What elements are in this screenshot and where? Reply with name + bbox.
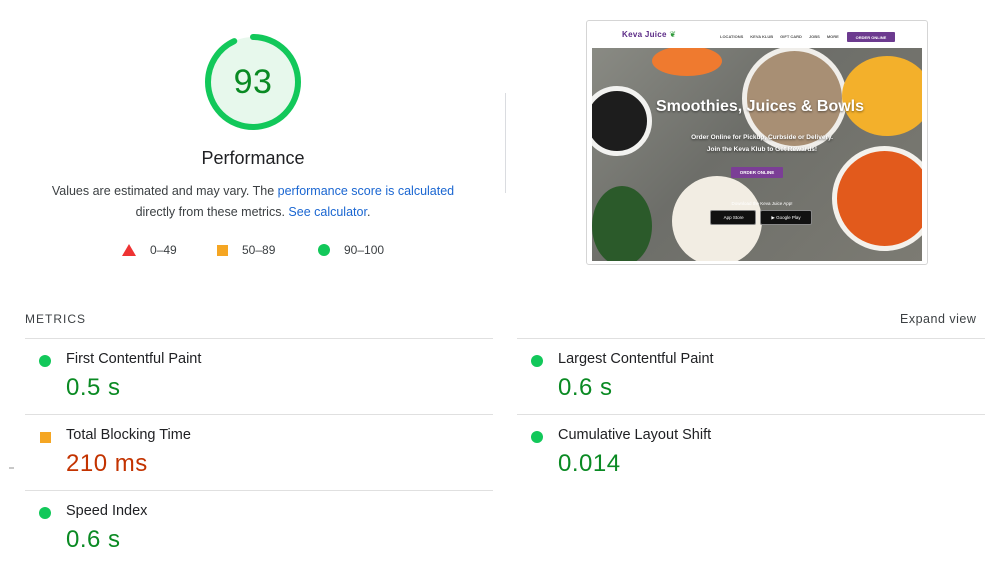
vertical-divider (505, 93, 506, 193)
expand-view-toggle[interactable]: Expand view (900, 312, 976, 326)
nav-link: MORE (826, 34, 839, 39)
score-description: Values are estimated and may vary. The p… (40, 181, 466, 223)
average-square-icon (40, 432, 51, 443)
play-icon: ▶ (771, 214, 775, 220)
description-text: Values are estimated and may vary. The (51, 184, 278, 198)
metric-name: Total Blocking Time (66, 427, 191, 443)
metric-value: 0.014 (558, 450, 621, 477)
metric-cumulative-layout-shift: Cumulative Layout Shift 0.014 (517, 415, 977, 485)
app-store-badge: App Store (710, 210, 756, 225)
google-play-badge: ▶ Google Play (760, 210, 812, 225)
hero-order-online: ORDER ONLINE (731, 167, 783, 178)
pagespeed-report: 93 Performance Values are estimated and … (0, 0, 1000, 571)
final-screenshot[interactable]: Keva Juice ❦ LOCATIONS KEVA KLUB GIFT CA… (586, 20, 928, 265)
keva-juice-logo: Keva Juice ❦ (622, 30, 677, 39)
acai-bowl-image (592, 86, 652, 156)
metric-total-blocking-time: Total Blocking Time 210 ms (25, 415, 485, 485)
pass-circle-icon (39, 507, 51, 519)
smoothie-bowl-image (832, 146, 922, 251)
screenshot-nav-links: LOCATIONS KEVA KLUB GIFT CARD JOBS MORE (720, 34, 839, 39)
legend-range-average: 50–89 (242, 243, 276, 257)
score-legend: 0–49 50–89 90–100 (0, 243, 506, 259)
performance-gauge: 93 (203, 32, 303, 132)
legend-item-pass: 90–100 (318, 243, 384, 257)
screenshot-navbar: Keva Juice ❦ LOCATIONS KEVA KLUB GIFT CA… (592, 26, 922, 48)
screenshot-image: Keva Juice ❦ LOCATIONS KEVA KLUB GIFT CA… (592, 26, 922, 261)
triangle-icon (122, 244, 136, 256)
metrics-header: METRICS (25, 312, 86, 326)
edge-marker (9, 467, 14, 469)
metric-first-contentful-paint: First Contentful Paint 0.5 s (25, 339, 485, 409)
metric-largest-contentful-paint: Largest Contentful Paint 0.6 s (517, 339, 977, 409)
metric-value: 0.6 s (66, 526, 121, 553)
nav-order-online: ORDER ONLINE (847, 32, 895, 42)
nav-link: GIFT CARD (780, 34, 802, 39)
circle-icon (318, 244, 330, 256)
legend-item-average: 50–89 (217, 243, 275, 257)
metric-value: 0.5 s (66, 374, 121, 401)
metric-name: Speed Index (66, 503, 148, 519)
category-title: Performance (201, 148, 305, 168)
nav-link: KEVA KLUB (750, 34, 774, 39)
pass-circle-icon (531, 431, 543, 443)
hero-subtitle: Order Online for Pickup, Curbside or Del… (652, 132, 872, 156)
pass-circle-icon (531, 355, 543, 367)
spinach-image (592, 186, 652, 261)
hero-line-2: Join the Keva Klub to Get Rewards! (706, 146, 818, 153)
google-play-label: Google Play (776, 215, 801, 220)
legend-item-fail: 0–49 (122, 243, 177, 257)
nav-link: LOCATIONS (720, 34, 744, 39)
metric-value: 210 ms (66, 450, 148, 477)
square-icon (217, 244, 228, 256)
metric-name: Largest Contentful Paint (558, 351, 714, 367)
see-calculator-link[interactable]: See calculator (288, 205, 367, 219)
nav-link: JOBS (808, 34, 820, 39)
app-store-label: App Store (723, 215, 744, 220)
score-calculated-link[interactable]: performance score is calculated (278, 184, 454, 198)
app-download-text: Download the Keva Juice App! (731, 201, 793, 206)
legend-range-pass: 90–100 (344, 243, 385, 257)
hero-line-1: Order Online for Pickup, Curbside or Del… (691, 134, 833, 141)
metric-name: Cumulative Layout Shift (558, 427, 712, 443)
score-value: 93 (233, 62, 273, 101)
pass-circle-icon (39, 355, 51, 367)
metric-value: 0.6 s (558, 374, 613, 401)
metric-name: First Contentful Paint (66, 351, 202, 367)
mango-image (842, 56, 922, 136)
legend-range-fail: 0–49 (150, 243, 177, 257)
description-suffix: . (366, 205, 371, 219)
carrot-image (652, 46, 722, 76)
hero-title: Smoothies, Juices & Bowls (655, 98, 865, 115)
brand-text: Keva Juice (622, 30, 667, 39)
metric-speed-index: Speed Index 0.6 s (25, 491, 485, 561)
description-text-2: directly from these metrics. (135, 205, 289, 219)
